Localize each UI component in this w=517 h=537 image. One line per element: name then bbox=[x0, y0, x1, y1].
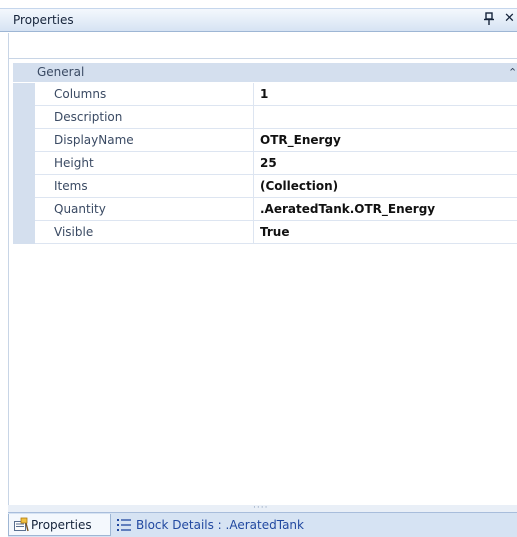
property-name: Quantity bbox=[35, 198, 254, 221]
panel-title-bar[interactable]: Properties ✕ bbox=[0, 8, 517, 32]
properties-icon bbox=[14, 517, 29, 532]
row-gutter bbox=[13, 221, 35, 244]
list-icon bbox=[117, 519, 131, 531]
property-toolbar bbox=[8, 33, 517, 59]
category-general[interactable]: General ⌃ bbox=[13, 63, 517, 82]
property-name: Description bbox=[35, 106, 254, 129]
chevron-up-icon[interactable]: ⌃ bbox=[508, 66, 517, 79]
property-name: DisplayName bbox=[35, 129, 254, 152]
property-value[interactable]: 1 bbox=[254, 83, 517, 106]
property-name: Visible bbox=[35, 221, 254, 244]
row-gutter bbox=[13, 198, 35, 221]
property-name: Items bbox=[35, 175, 254, 198]
row-gutter bbox=[13, 175, 35, 198]
row-gutter bbox=[13, 129, 35, 152]
property-value[interactable]: OTR_Energy bbox=[254, 129, 517, 152]
row-gutter bbox=[13, 106, 35, 129]
property-row-columns[interactable]: Columns 1 bbox=[13, 83, 517, 106]
row-gutter bbox=[13, 152, 35, 175]
tab-properties[interactable]: Properties bbox=[8, 514, 111, 536]
property-value[interactable]: (Collection) bbox=[254, 175, 517, 198]
properties-panel: Properties ✕ General ⌃ Columns 1 Descrip… bbox=[0, 0, 517, 537]
property-row-items[interactable]: Items (Collection) bbox=[13, 175, 517, 198]
property-value[interactable] bbox=[254, 106, 517, 129]
category-label: General bbox=[37, 65, 85, 79]
row-gutter bbox=[13, 83, 35, 106]
panel-splitter[interactable]: ···· bbox=[8, 503, 517, 513]
property-row-visible[interactable]: Visible True bbox=[13, 221, 517, 244]
pin-icon[interactable] bbox=[483, 12, 495, 26]
panel-title: Properties bbox=[13, 13, 74, 27]
property-value[interactable]: 25 bbox=[254, 152, 517, 175]
property-name: Height bbox=[35, 152, 254, 175]
bottom-tab-bar: Properties Block Details : .AeratedTank bbox=[8, 512, 517, 537]
tab-block-details[interactable]: Block Details : .AeratedTank bbox=[112, 514, 332, 536]
property-row-displayname[interactable]: DisplayName OTR_Energy bbox=[13, 129, 517, 152]
property-row-description[interactable]: Description bbox=[13, 106, 517, 129]
property-row-quantity[interactable]: Quantity .AeratedTank.OTR_Energy bbox=[13, 198, 517, 221]
close-icon[interactable]: ✕ bbox=[504, 11, 515, 26]
tab-label: Properties bbox=[31, 518, 92, 532]
tab-label: Block Details : .AeratedTank bbox=[136, 518, 304, 532]
property-value[interactable]: .AeratedTank.OTR_Energy bbox=[254, 198, 517, 221]
property-row-height[interactable]: Height 25 bbox=[13, 152, 517, 175]
property-value[interactable]: True bbox=[254, 221, 517, 244]
property-name: Columns bbox=[35, 83, 254, 106]
